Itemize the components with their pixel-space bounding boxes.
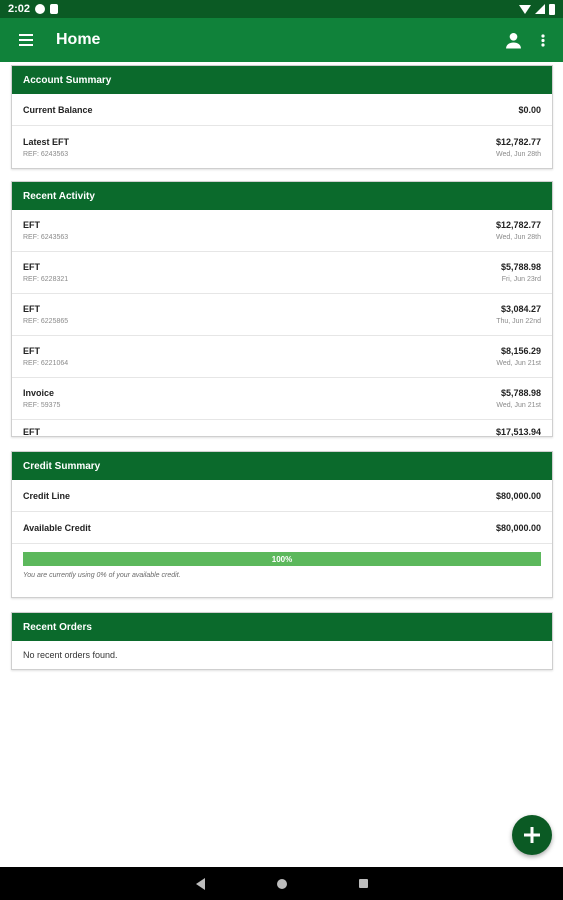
activity-amount: $5,788.98 (500, 388, 541, 398)
activity-date: Fri, Jun 23rd (501, 276, 541, 283)
signal-icon (535, 4, 545, 14)
account-summary-header: Account Summary (12, 66, 552, 94)
activity-row[interactable]: EFT $17,513.94 (12, 420, 552, 436)
activity-row[interactable]: EFT REF: 6243563 $12,782.77 Wed, Jun 28t… (12, 210, 552, 252)
status-bar: 2:02 (0, 0, 563, 18)
credit-line-label: Credit Line (23, 490, 71, 501)
activity-date: Thu, Jun 22nd (496, 318, 541, 325)
activity-row[interactable]: EFT REF: 6228321 $5,788.98 Fri, Jun 23rd (12, 252, 552, 294)
activity-amount: $8,156.29 (500, 346, 541, 356)
current-balance-row[interactable]: Current Balance $0.00 (12, 94, 552, 126)
activity-ref: REF: 6228321 (23, 276, 69, 283)
credit-progress-fill: 100% (23, 552, 541, 566)
overflow-menu-button[interactable] (529, 18, 557, 62)
recent-orders-card: Recent Orders No recent orders found. (11, 612, 553, 670)
doc-notification-icon (50, 4, 59, 14)
no-orders-message: No recent orders found. (23, 650, 118, 660)
latest-eft-amount: $12,782.77 (495, 136, 541, 147)
activity-ref: REF: 6221064 (23, 360, 69, 367)
activity-amount: $12,782.77 (495, 220, 541, 230)
recents-icon[interactable] (358, 879, 368, 888)
activity-date: Wed, Jun 21st (496, 402, 541, 409)
latest-eft-date: Wed, Jun 28th (495, 150, 541, 158)
activity-type: EFT (23, 346, 40, 356)
app-bar: Home (0, 18, 563, 62)
credit-line-row: Credit Line $80,000.00 (12, 480, 552, 512)
activity-ref: REF: 6243563 (23, 234, 69, 241)
profile-button[interactable] (497, 18, 529, 62)
page-title: Home (56, 31, 101, 48)
latest-eft-ref: REF: 6243563 (23, 150, 69, 158)
hamburger-menu-icon (19, 34, 33, 46)
activity-type: EFT (23, 427, 40, 436)
credit-progress-track: 100% (23, 552, 541, 566)
activity-row[interactable]: Invoice REF: 59375 $5,788.98 Wed, Jun 21… (12, 378, 552, 420)
credit-line-value: $80,000.00 (495, 490, 541, 501)
latest-eft-label: Latest EFT (23, 136, 70, 147)
status-time: 2:02 (8, 3, 31, 15)
credit-summary-card: Credit Summary Credit Line $80,000.00 Av… (11, 451, 553, 598)
current-balance-value: $0.00 (518, 104, 541, 115)
activity-ref: REF: 59375 (23, 402, 61, 409)
plus-icon (524, 827, 540, 843)
available-credit-row: Available Credit $80,000.00 (12, 512, 552, 544)
credit-progress: 100% (12, 544, 552, 566)
battery-icon (549, 3, 555, 15)
activity-type: EFT (23, 220, 40, 230)
system-nav-bar (0, 867, 563, 900)
latest-eft-row[interactable]: Latest EFT REF: 6243563 $12,782.77 Wed, … (12, 126, 552, 168)
activity-row[interactable]: EFT REF: 6221064 $8,156.29 Wed, Jun 21st (12, 336, 552, 378)
available-credit-value: $80,000.00 (495, 522, 541, 533)
current-balance-label: Current Balance (23, 104, 93, 115)
wifi-icon (519, 4, 531, 14)
activity-ref: REF: 6225865 (23, 318, 69, 325)
available-credit-label: Available Credit (23, 522, 91, 533)
recent-activity-list[interactable]: EFT REF: 6243563 $12,782.77 Wed, Jun 28t… (12, 210, 552, 436)
activity-amount: $5,788.98 (500, 262, 541, 272)
activity-amount: $3,084.27 (500, 304, 541, 314)
activity-date: Wed, Jun 28th (495, 234, 541, 241)
activity-type: Invoice (23, 388, 55, 398)
back-icon[interactable] (195, 877, 205, 890)
credit-progress-label: 100% (271, 554, 293, 564)
account-summary-card: Account Summary Current Balance $0.00 La… (11, 65, 553, 169)
activity-type: EFT (23, 262, 40, 272)
more-vert-icon (541, 33, 545, 47)
credit-usage-note: You are currently using 0% of your avail… (23, 572, 181, 579)
activity-date: Wed, Jun 21st (496, 360, 541, 367)
menu-button[interactable] (0, 18, 52, 62)
credit-summary-header: Credit Summary (12, 452, 552, 480)
activity-row[interactable]: EFT REF: 6225865 $3,084.27 Thu, Jun 22nd (12, 294, 552, 336)
recent-activity-header: Recent Activity (12, 182, 552, 210)
activity-type: EFT (23, 304, 40, 314)
recent-activity-card: Recent Activity EFT REF: 6243563 $12,782… (11, 181, 553, 437)
account-icon (505, 32, 521, 48)
activity-amount: $17,513.94 (495, 427, 541, 436)
add-fab-button[interactable] (512, 815, 552, 855)
recent-orders-header: Recent Orders (12, 613, 552, 641)
app-notification-icon (35, 4, 46, 14)
home-icon[interactable] (276, 878, 287, 889)
